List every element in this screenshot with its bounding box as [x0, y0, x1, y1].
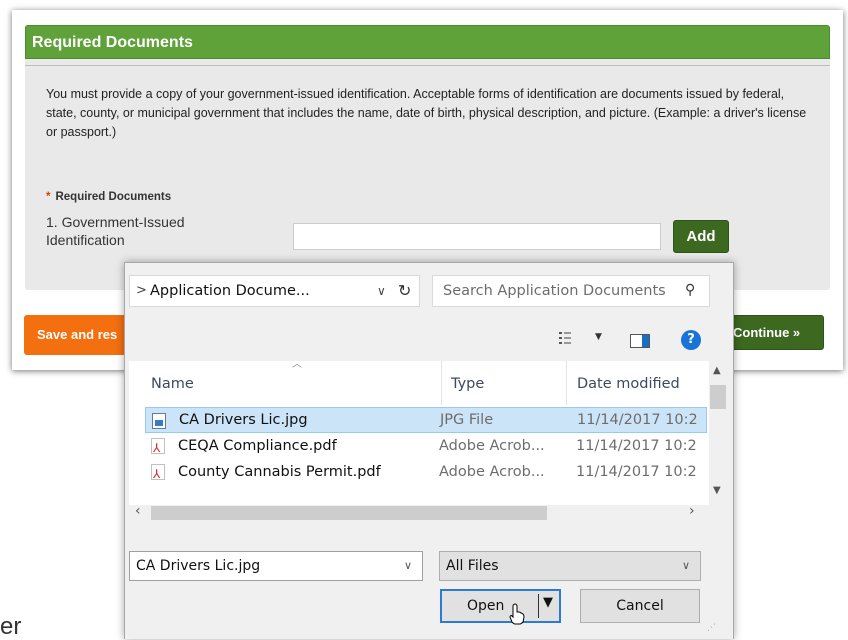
- search-icon[interactable]: ⚲: [685, 282, 695, 298]
- dialog-toolbar: ▼ ?: [125, 316, 733, 361]
- file-type: JPG File: [440, 412, 494, 428]
- file-name: County Cannabis Permit.pdf: [178, 464, 381, 480]
- resize-grip-icon[interactable]: ⋰: [707, 623, 717, 633]
- address-bar[interactable]: > Application Docume... ∨ ↻: [129, 275, 420, 307]
- split-divider: [538, 594, 539, 618]
- help-icon[interactable]: ?: [681, 330, 701, 350]
- file-row[interactable]: CEQA Compliance.pdf Adobe Acrob... 11/14…: [145, 433, 707, 461]
- scroll-down-icon[interactable]: ▼: [713, 485, 721, 496]
- chevron-down-icon[interactable]: ∨: [682, 559, 690, 572]
- document-label: 1. Government-Issued Identification: [46, 214, 185, 248]
- chevron-down-icon[interactable]: ∨: [404, 559, 412, 572]
- scroll-left-icon[interactable]: ‹: [135, 503, 141, 519]
- pdf-file-icon: [151, 461, 165, 487]
- preview-pane-icon[interactable]: [630, 334, 650, 348]
- file-open-dialog: > Application Docume... ∨ ↻ Search Appli…: [124, 262, 734, 639]
- column-divider[interactable]: [441, 361, 442, 405]
- horizontal-scrollbar[interactable]: ‹ ›: [129, 503, 727, 521]
- panel-title: Required Documents: [25, 25, 830, 59]
- open-button-label[interactable]: Open: [467, 598, 504, 614]
- breadcrumb-chevron-icon[interactable]: >: [136, 283, 147, 298]
- file-row[interactable]: County Cannabis Permit.pdf Adobe Acrob..…: [145, 459, 707, 487]
- file-row[interactable]: CA Drivers Lic.jpg JPG File 11/14/2017 1…: [145, 407, 707, 433]
- file-name: CEQA Compliance.pdf: [178, 438, 337, 454]
- file-name: CA Drivers Lic.jpg: [179, 412, 308, 428]
- document-field[interactable]: [293, 223, 661, 250]
- sort-arrow-icon: ︿: [292, 361, 302, 370]
- pdf-file-icon: [151, 435, 165, 461]
- file-name-field[interactable]: CA Drivers Lic.jpg ∨: [129, 551, 423, 581]
- open-dropdown-icon[interactable]: ▼: [543, 595, 553, 610]
- add-button[interactable]: Add: [673, 220, 729, 253]
- open-button[interactable]: Open ▼: [440, 589, 561, 623]
- file-type-select[interactable]: All Files ∨: [439, 551, 701, 581]
- image-file-icon: [152, 413, 166, 429]
- hand-cursor-icon: [509, 603, 525, 625]
- required-star: *: [46, 191, 51, 203]
- instructions-text: You must provide a copy of your governme…: [46, 87, 807, 139]
- continue-button[interactable]: Continue »: [722, 315, 824, 350]
- panel-divider: [25, 65, 830, 66]
- cancel-button[interactable]: Cancel: [580, 589, 700, 623]
- file-type: Adobe Acrob...: [439, 464, 545, 480]
- file-date: 11/14/2017 10:2: [577, 412, 698, 428]
- file-name-value[interactable]: CA Drivers Lic.jpg: [136, 558, 260, 574]
- partial-page-text: er: [0, 613, 22, 640]
- file-date: 11/14/2017 10:2: [576, 438, 697, 454]
- address-path[interactable]: Application Docume...: [150, 283, 310, 299]
- search-input[interactable]: Search Application Documents ⚲: [432, 275, 710, 307]
- column-type[interactable]: Type: [451, 361, 484, 407]
- file-type: Adobe Acrob...: [439, 438, 545, 454]
- vertical-scroll-thumb[interactable]: [710, 385, 726, 409]
- scroll-up-icon[interactable]: ▲: [713, 365, 721, 376]
- column-divider[interactable]: [566, 361, 567, 405]
- column-date-modified[interactable]: Date modified: [577, 361, 680, 407]
- file-date: 11/14/2017 10:2: [576, 464, 697, 480]
- required-heading-label: Required Documents: [55, 191, 172, 203]
- vertical-scrollbar[interactable]: ▲ ▼: [709, 361, 727, 505]
- file-type-value: All Files: [446, 558, 499, 574]
- required-documents-heading: * Required Documents: [46, 191, 171, 203]
- file-list: ︿ Name Type Date modified CA Drivers Lic…: [129, 361, 727, 521]
- column-name[interactable]: Name: [151, 361, 194, 407]
- refresh-icon[interactable]: ↻: [398, 281, 411, 300]
- view-dropdown-icon[interactable]: ▼: [595, 332, 602, 342]
- chevron-down-icon[interactable]: ∨: [377, 284, 386, 298]
- required-documents-panel: Required Documents You must provide a co…: [25, 25, 830, 290]
- view-options-icon[interactable]: [559, 332, 571, 344]
- scroll-right-icon[interactable]: ›: [689, 503, 695, 519]
- search-placeholder: Search Application Documents: [443, 283, 666, 299]
- horizontal-scroll-thumb[interactable]: [151, 506, 547, 520]
